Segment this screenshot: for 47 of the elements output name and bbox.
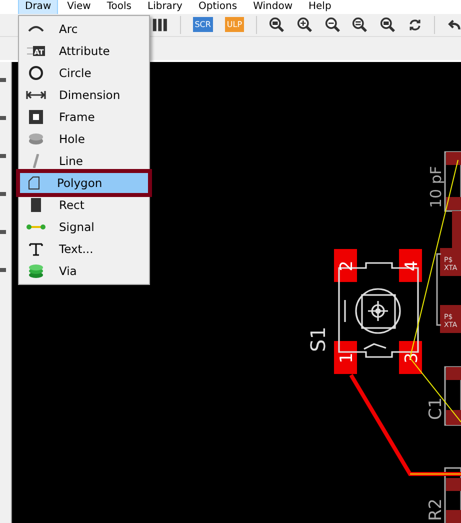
menu-item[interactable]: Text... — [21, 238, 147, 260]
menu-item[interactable]: Via — [21, 260, 147, 282]
menu-title[interactable]: View — [60, 0, 98, 15]
switch-pad — [334, 341, 357, 374]
menu-item[interactable]: Polygon — [19, 172, 149, 194]
zoom-fit-icon[interactable] — [268, 16, 285, 34]
crystal-pad — [440, 305, 461, 333]
pad-number: 1 — [337, 352, 357, 364]
component-name: C1 — [426, 397, 446, 420]
menu-item[interactable]: Arc — [21, 18, 147, 40]
pad-number: 2 — [337, 260, 357, 272]
menu-item[interactable]: Signal — [21, 216, 147, 238]
component-outline — [444, 467, 461, 523]
menu-title[interactable]: Help — [302, 0, 338, 15]
switch-pad — [334, 249, 357, 282]
refresh-icon[interactable] — [408, 16, 422, 33]
menu-title[interactable]: Options — [191, 0, 244, 15]
crystal-pad — [440, 248, 461, 276]
tool-icon[interactable] — [0, 152, 8, 160]
zoom-out-icon[interactable] — [324, 16, 340, 34]
slash-icon — [33, 154, 39, 168]
menu-item[interactable]: Circle — [21, 62, 147, 84]
script-button[interactable]: SCR — [192, 17, 213, 32]
tool-icon[interactable] — [0, 76, 8, 84]
menu-title[interactable]: Tools — [100, 0, 138, 15]
menu-item[interactable]: Frame — [21, 106, 147, 128]
component-name: S1 — [306, 326, 330, 352]
tool-icon[interactable] — [0, 114, 8, 122]
menu-item[interactable]: Hole — [21, 128, 147, 150]
menu-title[interactable]: Draw — [18, 0, 58, 15]
tool-icon[interactable] — [0, 266, 8, 274]
menu-item[interactable]: Line — [21, 150, 147, 172]
menu-title[interactable]: Library — [140, 0, 190, 15]
zoom-select-icon[interactable] — [352, 16, 368, 34]
component-outline — [444, 366, 461, 426]
pad-number: 4 — [402, 260, 422, 272]
menu-item[interactable]: Rect — [21, 194, 147, 216]
menu-title[interactable]: Window — [246, 0, 300, 15]
zoom-in-icon[interactable] — [296, 16, 313, 34]
component-name: R2 — [426, 498, 446, 521]
tool-icon[interactable] — [0, 190, 8, 198]
books-icon[interactable] — [152, 16, 168, 33]
menu-item[interactable]: Dimension — [21, 84, 147, 106]
component-value: 10 pF — [427, 166, 445, 208]
zoom-area-icon[interactable] — [380, 16, 396, 34]
switch-pad — [399, 249, 422, 282]
tool-icon[interactable] — [0, 228, 8, 236]
